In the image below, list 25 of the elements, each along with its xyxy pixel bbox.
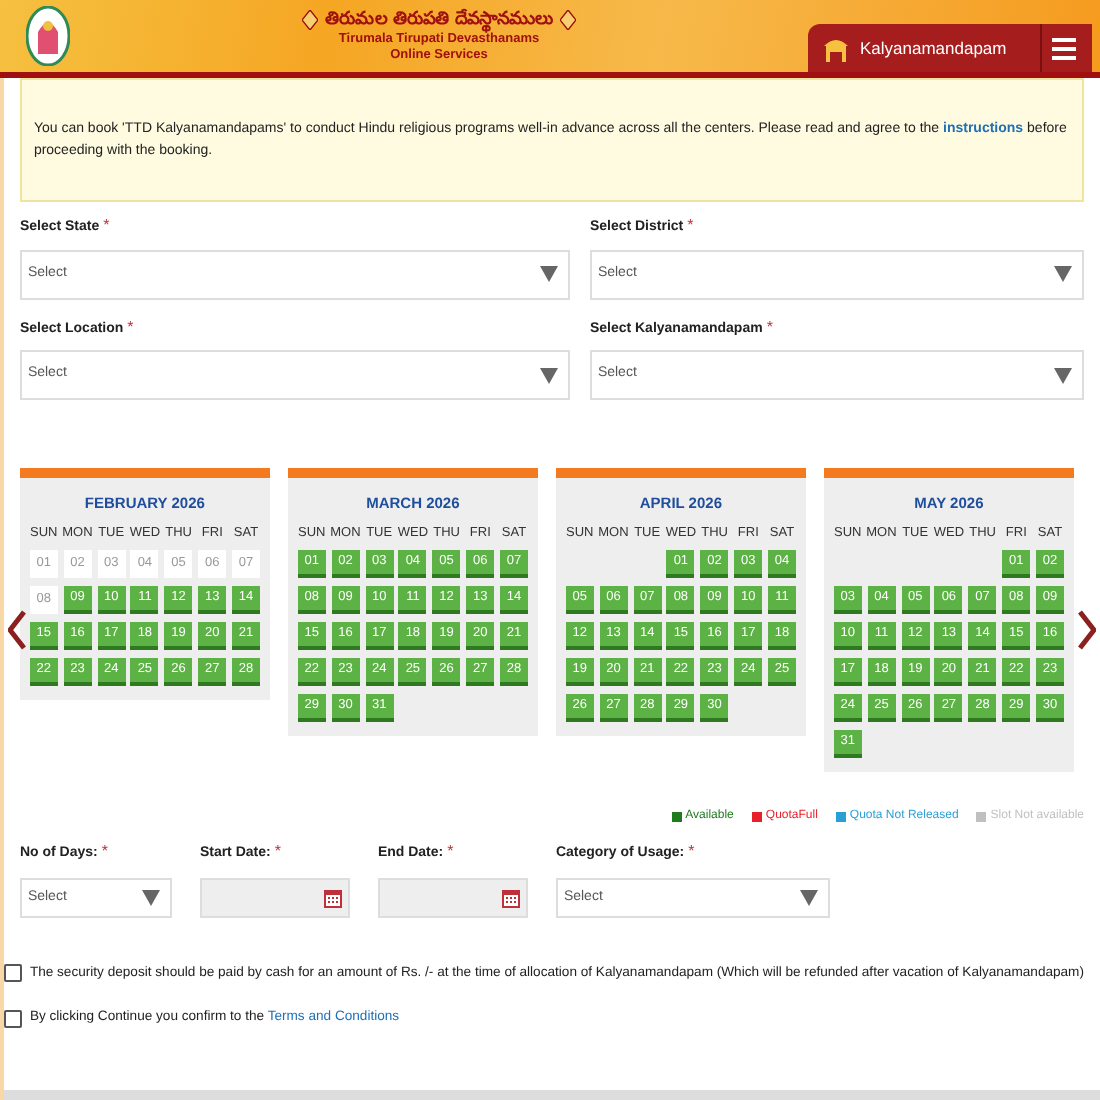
section-tab[interactable]: Kalyanamandapam (808, 24, 1092, 72)
diamond-icon (559, 10, 576, 30)
required-mark: * (687, 218, 694, 234)
diamond-icon (302, 10, 319, 30)
temple-logo[interactable] (26, 6, 70, 66)
required-mark: * (447, 844, 454, 861)
dropdown-caret-icon (1054, 367, 1072, 383)
required-mark: * (101, 844, 108, 861)
required-mark: * (688, 844, 695, 861)
menu-icon[interactable] (1052, 37, 1076, 59)
temple-icon (822, 34, 850, 62)
dropdown-caret-icon (141, 889, 160, 906)
date-field[interactable] (377, 877, 528, 918)
telugu-title: తిరుమల తిరుపతి దేవస్థానములు (324, 9, 554, 31)
dropdown-caret-icon (539, 266, 558, 282)
dropdown-caret-icon (539, 367, 558, 383)
required-mark: * (127, 319, 134, 335)
required-mark: * (766, 319, 773, 335)
calendar-icon (501, 887, 520, 908)
required-mark: * (103, 218, 110, 234)
date-field[interactable] (199, 877, 350, 918)
calendar-icon (323, 887, 342, 908)
dropdown-caret-icon (1054, 266, 1072, 282)
required-mark: * (274, 844, 281, 861)
dropdown-caret-icon (799, 889, 818, 906)
